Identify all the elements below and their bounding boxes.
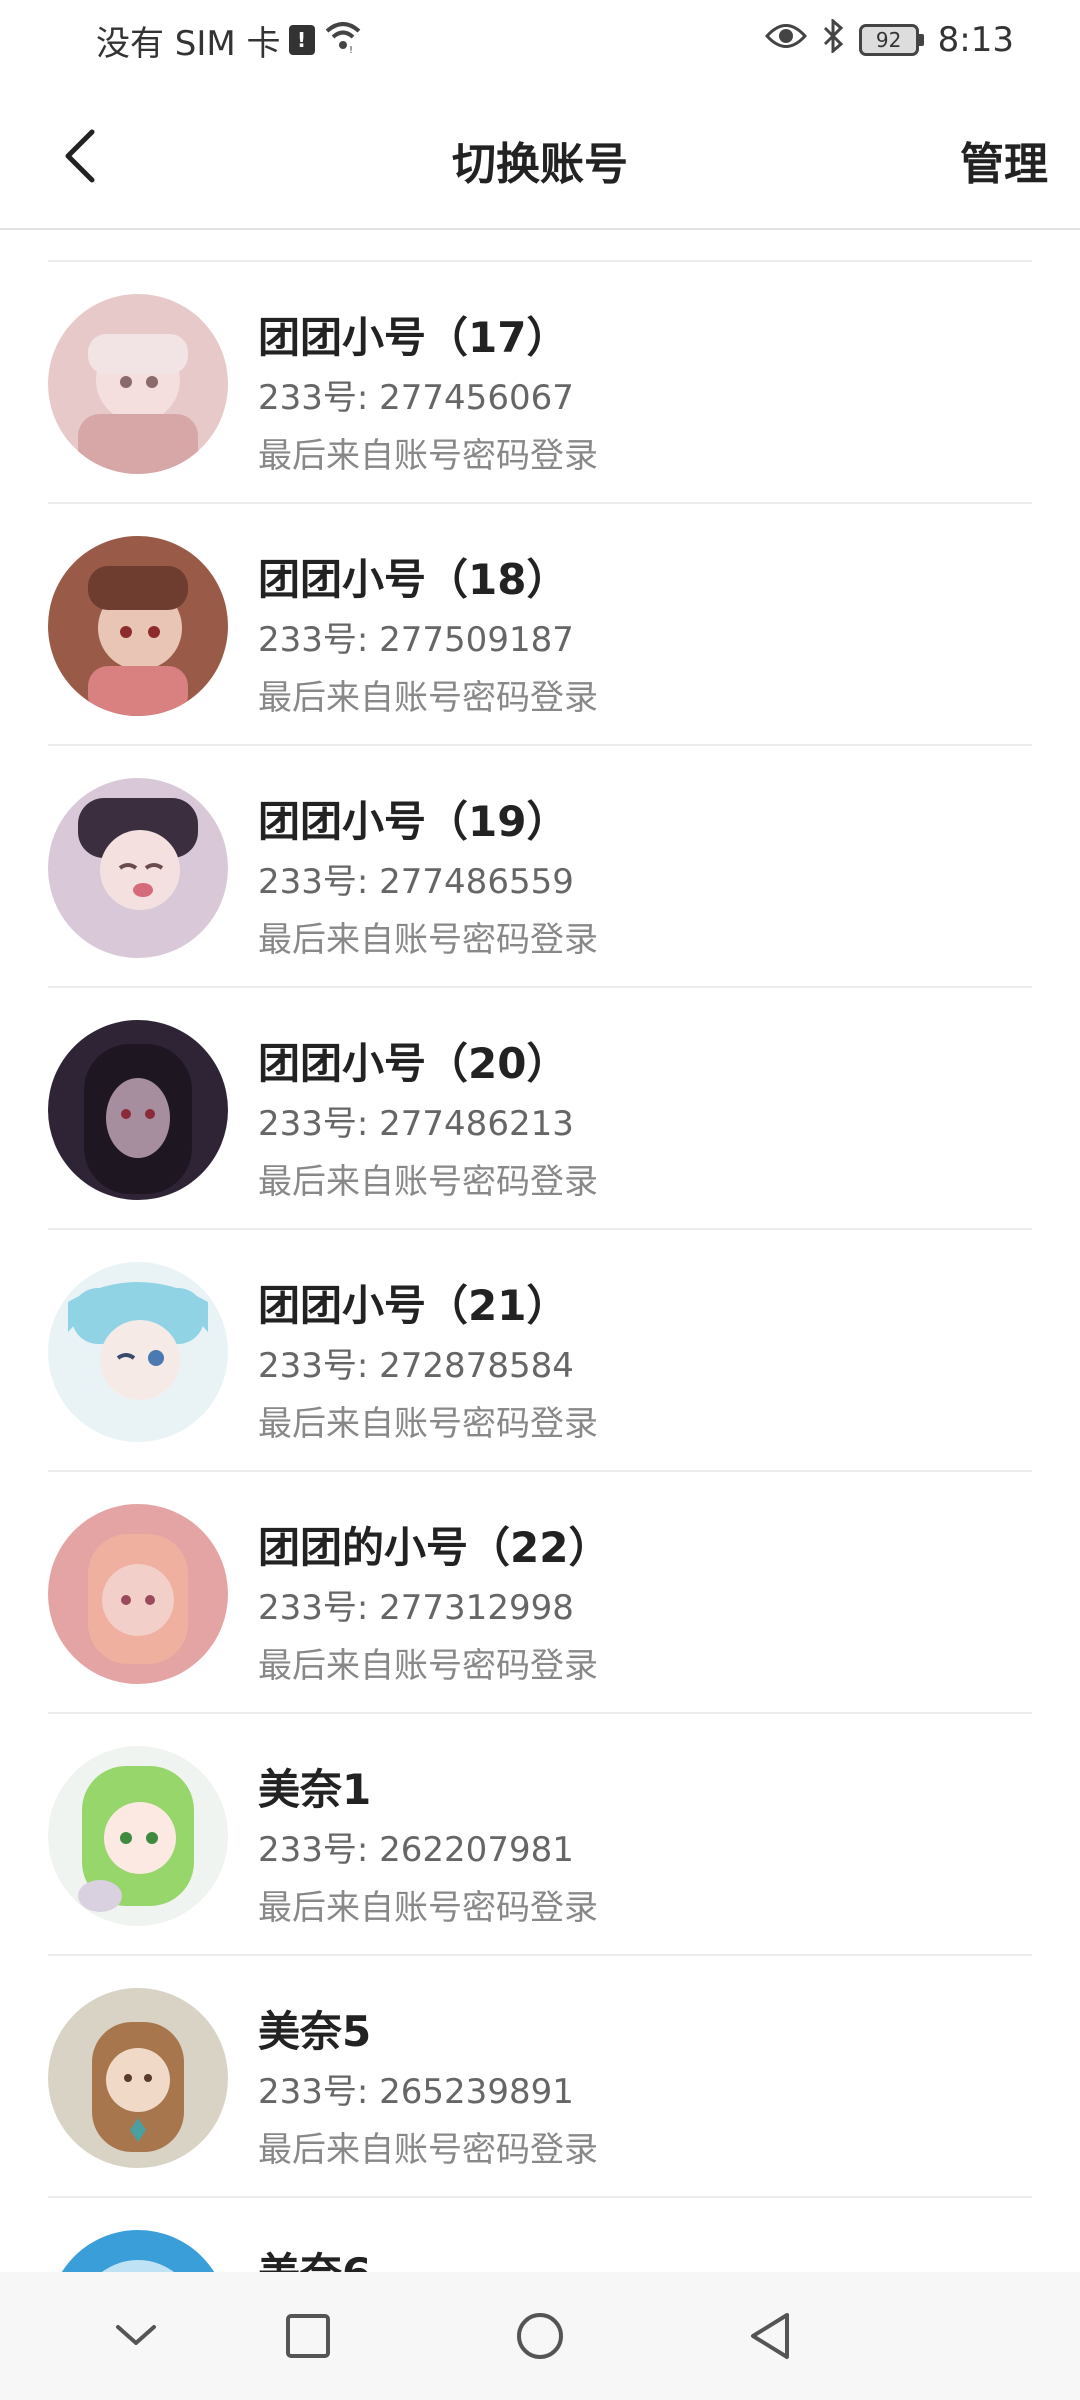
account-name: 美奈5 bbox=[258, 2007, 372, 2056]
account-login-source: 最后来自账号密码登录 bbox=[258, 1162, 598, 1202]
account-id: 233号: 277509187 bbox=[258, 620, 574, 660]
avatar bbox=[48, 1020, 228, 1200]
home-button[interactable] bbox=[510, 2306, 570, 2366]
account-item[interactable]: 美奈1 233号: 262207981 最后来自账号密码登录 bbox=[0, 1714, 1080, 1956]
collapse-button[interactable] bbox=[106, 2306, 166, 2366]
battery-icon: 92 bbox=[858, 24, 924, 56]
account-id: 233号: 277486213 bbox=[258, 1104, 574, 1144]
account-name: 团团小号（18） bbox=[258, 555, 569, 604]
account-id: 233号: 272878584 bbox=[258, 1346, 574, 1386]
account-id: 233号: 265239891 bbox=[258, 2072, 574, 2112]
account-item[interactable]: 美奈5 233号: 265239891 最后来自账号密码登录 bbox=[0, 1956, 1080, 2198]
account-id: 233号: 277312998 bbox=[258, 1588, 574, 1628]
avatar bbox=[48, 1988, 228, 2168]
avatar bbox=[48, 536, 228, 716]
page-title: 切换账号 bbox=[452, 139, 628, 190]
account-name: 美奈1 bbox=[258, 1765, 372, 1814]
status-bar: 没有 SIM 卡 ! ! 92 8:13 bbox=[0, 0, 1080, 80]
account-login-source: 最后来自账号密码登录 bbox=[258, 1888, 598, 1928]
clock: 8:13 bbox=[937, 20, 1014, 60]
eye-icon bbox=[764, 20, 807, 60]
recents-button[interactable] bbox=[278, 2306, 338, 2366]
account-name: 团团小号（21） bbox=[258, 1281, 569, 1330]
avatar bbox=[48, 1262, 228, 1442]
account-item[interactable]: 团团小号（18） 233号: 277509187 最后来自账号密码登录 bbox=[0, 504, 1080, 746]
app-header: 切换账号 管理 bbox=[0, 80, 1080, 230]
sim-alert-icon: ! bbox=[288, 25, 315, 55]
battery-level: 92 bbox=[858, 24, 919, 56]
account-id: 233号: 262207981 bbox=[258, 1830, 574, 1870]
account-item[interactable]: 美奈6 bbox=[0, 2198, 1080, 2272]
sim-status-text: 没有 SIM 卡 bbox=[96, 23, 281, 64]
status-left: 没有 SIM 卡 ! ! bbox=[96, 18, 363, 64]
avatar bbox=[48, 1746, 228, 1926]
account-login-source: 最后来自账号密码登录 bbox=[258, 920, 598, 960]
account-login-source: 最后来自账号密码登录 bbox=[258, 1646, 598, 1686]
account-login-source: 最后来自账号密码登录 bbox=[258, 436, 598, 476]
account-item[interactable]: 团团小号（21） 233号: 272878584 最后来自账号密码登录 bbox=[0, 1230, 1080, 1472]
avatar bbox=[48, 2230, 228, 2272]
svg-text:!: ! bbox=[349, 45, 353, 53]
square-icon bbox=[286, 2314, 330, 2358]
triangle-back-icon bbox=[751, 2313, 789, 2359]
account-login-source: 最后来自账号密码登录 bbox=[258, 1404, 598, 1444]
system-nav-bar bbox=[0, 2272, 1080, 2400]
circle-icon bbox=[517, 2313, 563, 2359]
account-login-source: 最后来自账号密码登录 bbox=[258, 2130, 598, 2170]
account-login-source: 最后来自账号密码登录 bbox=[258, 678, 598, 718]
account-name: 团团小号（19） bbox=[258, 797, 569, 846]
wifi-icon: ! bbox=[323, 19, 363, 62]
chevron-down-icon bbox=[116, 2325, 156, 2345]
account-item[interactable]: 团团小号（17） 233号: 277456067 最后来自账号密码登录 bbox=[0, 262, 1080, 504]
account-name: 团团小号（20） bbox=[258, 1039, 569, 1088]
account-name: 团团小号（17） bbox=[258, 313, 569, 362]
account-item[interactable]: 团团的小号（22） 233号: 277312998 最后来自账号密码登录 bbox=[0, 1472, 1080, 1714]
account-item[interactable]: 团团小号（20） 233号: 277486213 最后来自账号密码登录 bbox=[0, 988, 1080, 1230]
avatar bbox=[48, 1504, 228, 1684]
account-list[interactable]: 团团小号（17） 233号: 277456067 最后来自账号密码登录 团团小号… bbox=[0, 232, 1080, 2272]
account-id: 233号: 277456067 bbox=[258, 378, 574, 418]
avatar bbox=[48, 294, 228, 474]
back-nav-button[interactable] bbox=[740, 2306, 800, 2366]
account-id: 233号: 277486559 bbox=[258, 862, 574, 902]
account-item[interactable]: 团团小号（19） 233号: 277486559 最后来自账号密码登录 bbox=[0, 746, 1080, 988]
account-name: 团团的小号（22） bbox=[258, 1523, 611, 1572]
manage-button[interactable]: 管理 bbox=[960, 128, 1048, 192]
status-right: 92 8:13 bbox=[764, 17, 1014, 62]
bluetooth-icon bbox=[821, 17, 845, 62]
avatar bbox=[48, 778, 228, 958]
account-name: 美奈6 bbox=[258, 2240, 371, 2272]
